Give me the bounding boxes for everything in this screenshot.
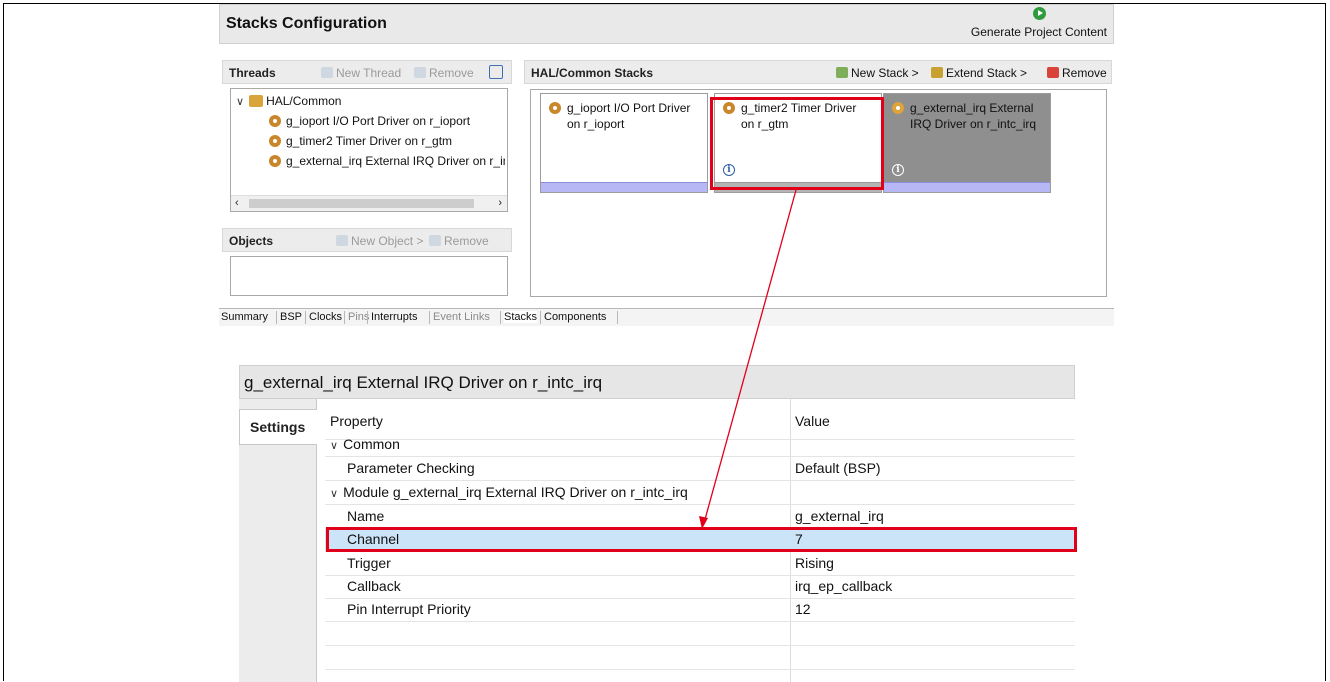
remove-stack-button[interactable]: Remove — [1047, 66, 1107, 80]
extend-stack-icon — [931, 67, 943, 78]
remove-thread-button[interactable]: Remove — [414, 66, 474, 80]
tab-separator — [540, 311, 541, 324]
hal-stacks-header: HAL/Common Stacks New Stack > Extend Sta… — [524, 60, 1112, 84]
remove-icon — [414, 67, 426, 78]
tab-event-links[interactable]: Event Links — [433, 311, 490, 323]
tab-separator — [276, 311, 277, 324]
info-icon[interactable]: i — [892, 164, 904, 176]
hal-folder-icon — [249, 95, 264, 107]
generate-project-content-button[interactable]: Generate Project Content — [971, 25, 1107, 39]
stacks-config-title: Stacks Configuration — [226, 15, 387, 32]
tab-settings[interactable]: Settings — [239, 409, 317, 445]
tab-separator — [344, 311, 345, 324]
tab-separator — [500, 311, 501, 324]
new-stack-icon — [836, 67, 848, 78]
generate-run-icon[interactable] — [1033, 7, 1046, 20]
new-object-icon — [336, 235, 348, 246]
tab-separator — [305, 311, 306, 324]
module-gear-icon — [269, 135, 281, 147]
threads-tree: ∨ HAL/Common g_ioport I/O Port Driver on … — [230, 88, 508, 212]
chevron-down-icon[interactable]: ∨ — [330, 487, 338, 500]
threads-panel-header: Threads New Thread Remove — [222, 60, 512, 84]
tab-separator — [429, 311, 430, 324]
hal-stacks-title: HAL/Common Stacks — [531, 66, 654, 80]
objects-panel-header: Objects New Object > Remove — [222, 228, 512, 252]
tree-item-ioport[interactable]: g_ioport I/O Port Driver on r_ioport — [269, 114, 470, 128]
objects-title: Objects — [229, 234, 274, 248]
remove-icon — [429, 235, 441, 246]
tab-interrupts[interactable]: Interrupts — [371, 311, 417, 323]
stack-card-ioport[interactable]: g_ioport I/O Port Driver on r_ioport — [540, 93, 708, 193]
chevron-down-icon[interactable]: ∨ — [330, 439, 338, 452]
stack-card-footer — [541, 182, 707, 192]
chevron-down-icon[interactable]: ∨ — [236, 95, 244, 108]
new-thread-icon — [321, 67, 333, 78]
scroll-right-icon[interactable]: › — [498, 197, 502, 209]
tab-components[interactable]: Components — [544, 311, 606, 323]
property-value[interactable]: Default (BSP) — [795, 460, 881, 476]
property-row-callback[interactable]: Callback irq_ep_callback — [325, 576, 1075, 599]
property-label: Trigger — [347, 555, 391, 571]
property-row-pin-interrupt-priority[interactable]: Pin Interrupt Priority 12 — [325, 599, 1075, 622]
scroll-left-icon[interactable]: ‹ — [235, 197, 239, 209]
module-gear-icon — [549, 102, 561, 114]
tab-separator — [367, 311, 368, 324]
settings-tab-column: Settings — [239, 399, 317, 682]
module-gear-icon — [269, 155, 281, 167]
objects-list — [230, 256, 508, 296]
module-gear-icon — [269, 115, 281, 127]
property-value[interactable]: 12 — [795, 601, 811, 617]
tab-summary[interactable]: Summary — [221, 311, 268, 323]
horizontal-scrollbar[interactable]: ‹ › — [231, 195, 507, 211]
empty-row — [325, 623, 1075, 646]
property-label: Parameter Checking — [347, 460, 475, 476]
property-label: Callback — [347, 578, 401, 594]
stacks-config-header: Stacks Configuration Generate Project Co… — [219, 4, 1114, 44]
tab-stacks[interactable]: Stacks — [504, 311, 538, 323]
property-row-name[interactable]: Name g_external_irq — [325, 506, 1075, 529]
extend-stack-button[interactable]: Extend Stack > — [931, 66, 1027, 80]
tree-item-external-irq[interactable]: g_external_irq External IRQ Driver on r_… — [269, 154, 505, 168]
column-header-property: Property — [330, 413, 383, 429]
new-object-button[interactable]: New Object > — [336, 234, 423, 248]
new-thread-button[interactable]: New Thread — [321, 66, 401, 80]
tab-bsp[interactable]: BSP — [280, 311, 302, 323]
threads-title: Threads — [229, 66, 276, 80]
remove-object-button[interactable]: Remove — [429, 234, 489, 248]
property-row-trigger[interactable]: Trigger Rising — [325, 553, 1075, 576]
property-value[interactable]: g_external_irq — [795, 508, 884, 524]
group-row-common[interactable]: ∨ Common — [325, 434, 1075, 457]
group-row-module[interactable]: ∨ Module g_external_irq External IRQ Driv… — [325, 482, 1075, 505]
stack-card-footer — [884, 182, 1050, 192]
remove-stack-icon — [1047, 67, 1059, 78]
stack-card-external-irq[interactable]: g_external_irq External IRQ Driver on r_i… — [883, 93, 1051, 193]
module-gear-icon — [892, 102, 904, 114]
tree-item-timer2[interactable]: g_timer2 Timer Driver on r_gtm — [269, 134, 452, 148]
property-label: Pin Interrupt Priority — [347, 601, 471, 617]
property-value[interactable]: Rising — [795, 555, 834, 571]
new-stack-button[interactable]: New Stack > — [836, 66, 919, 80]
tab-clocks[interactable]: Clocks — [309, 311, 342, 323]
empty-row — [325, 647, 1075, 670]
column-header-value: Value — [795, 413, 830, 429]
tab-separator — [617, 311, 618, 324]
property-label: Name — [347, 508, 385, 524]
properties-title-bar: g_external_irq External IRQ Driver on r_… — [239, 365, 1075, 399]
property-value[interactable]: irq_ep_callback — [795, 578, 892, 594]
properties-title: g_external_irq External IRQ Driver on r_… — [244, 373, 603, 392]
highlight-box-timer2 — [710, 97, 884, 190]
editor-tabs-bar: Summary BSP Clocks Pins Interrupts Event… — [219, 308, 1114, 326]
scrollbar-thumb[interactable] — [249, 199, 474, 208]
highlight-box-channel — [326, 527, 1077, 552]
stack-card-label: g_ioport I/O Port Driver on r_ioport — [567, 101, 691, 131]
stack-card-label: g_external_irq External IRQ Driver on r_i… — [910, 101, 1037, 131]
property-row-parameter-checking[interactable]: Parameter Checking Default (BSP) — [325, 458, 1075, 481]
collapse-all-icon[interactable] — [489, 65, 503, 79]
tree-root-hal-common[interactable]: ∨ HAL/Common — [236, 94, 341, 108]
